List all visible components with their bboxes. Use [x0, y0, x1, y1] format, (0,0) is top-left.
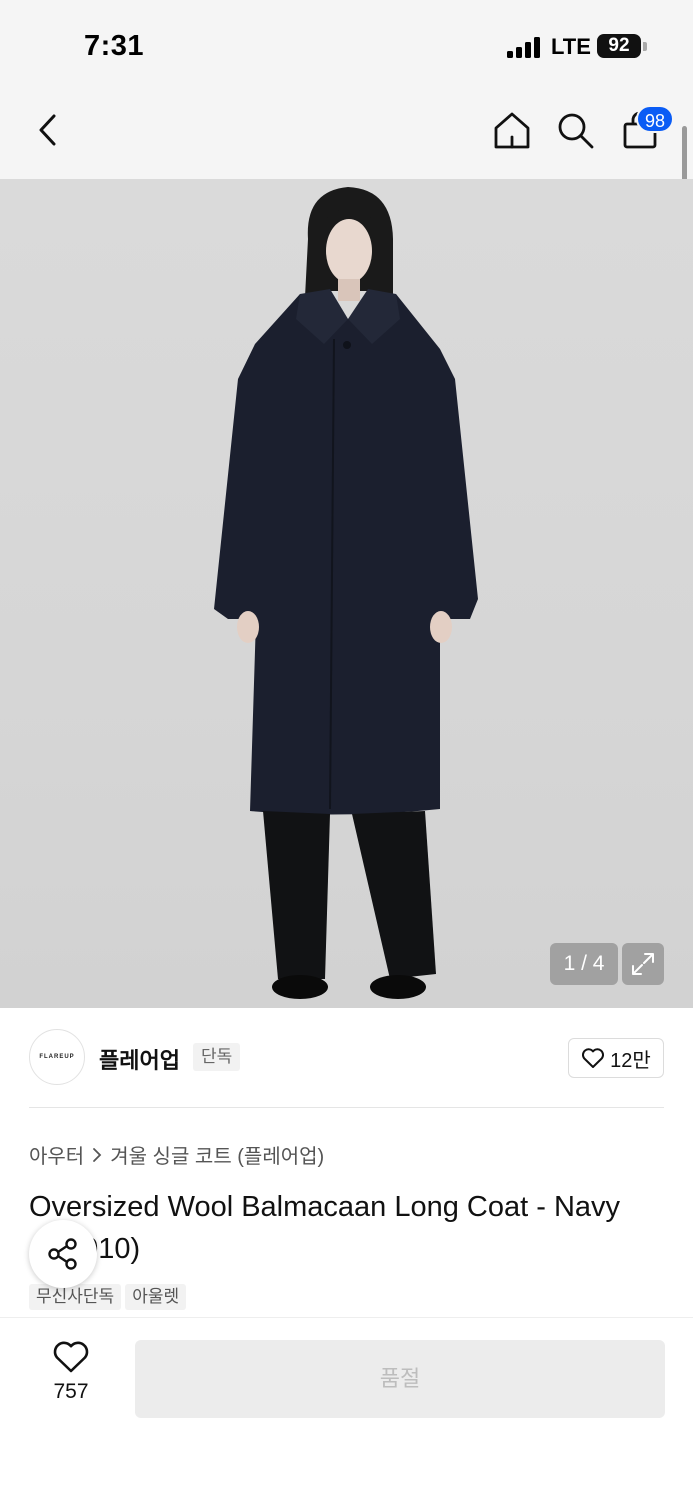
- share-button[interactable]: [29, 1220, 97, 1288]
- chevron-right-icon: [93, 1147, 102, 1162]
- brand-exclusive-tag: 단독: [193, 1043, 241, 1071]
- network-label: LTE: [551, 34, 591, 59]
- badge-exclusive: 무신사단독: [29, 1284, 122, 1310]
- breadcrumb: 아우터 겨울 싱글 코트 (플레어업): [29, 1140, 324, 1169]
- badge-outlet: 아울렛: [125, 1284, 187, 1310]
- image-pager: 1 / 4: [550, 943, 618, 985]
- model-illustration: [214, 187, 478, 999]
- expand-icon[interactable]: [622, 943, 664, 985]
- signal-icon: [507, 36, 541, 58]
- breadcrumb-subcategory[interactable]: 겨울 싱글 코트 (플레어업): [110, 1140, 324, 1169]
- back-arrow-icon[interactable]: [27, 108, 71, 152]
- battery-tip: [643, 42, 647, 51]
- brand-logo[interactable]: FLAREUP: [29, 1029, 85, 1085]
- wishlist-button[interactable]: 757: [30, 1340, 112, 1420]
- status-time: 7:31: [84, 30, 145, 62]
- wishlist-count: 757: [53, 1380, 89, 1403]
- sold-out-button[interactable]: 품절: [135, 1340, 665, 1418]
- battery-icon: 92: [597, 34, 641, 58]
- divider: [29, 1107, 664, 1108]
- top-nav: 98: [0, 92, 693, 179]
- cart-count-badge: 98: [636, 105, 674, 133]
- share-icon: [48, 1238, 77, 1270]
- status-bar: 7:31 LTE 92: [0, 0, 693, 92]
- product-badges: 무신사단독 아울렛: [29, 1284, 187, 1310]
- brand-row: FLAREUP 플레어업 단독 12만: [0, 1008, 693, 1108]
- search-icon[interactable]: [553, 108, 597, 152]
- heart-icon: [53, 1341, 89, 1373]
- brand-name[interactable]: 플레어업: [99, 1043, 180, 1075]
- home-icon[interactable]: [490, 108, 534, 152]
- breadcrumb-category[interactable]: 아우터: [29, 1140, 84, 1169]
- brand-like-button[interactable]: 12만: [568, 1038, 664, 1078]
- brand-like-count: 12만: [610, 1049, 651, 1072]
- heart-icon: [582, 1048, 605, 1068]
- product-title: Oversized Wool Balmacaan Long Coat - Nav…: [29, 1191, 621, 1265]
- product-image[interactable]: [0, 179, 693, 1008]
